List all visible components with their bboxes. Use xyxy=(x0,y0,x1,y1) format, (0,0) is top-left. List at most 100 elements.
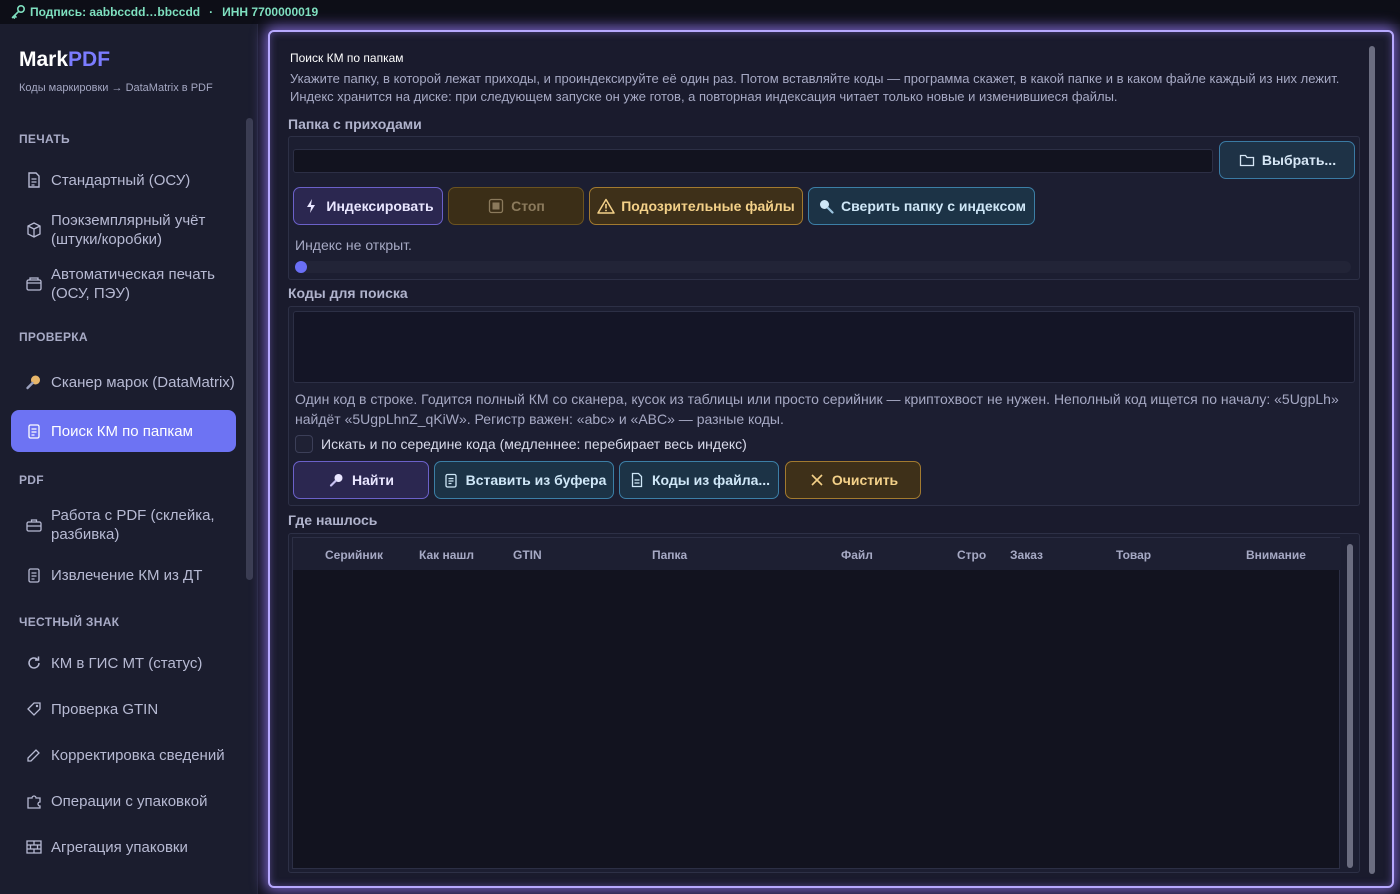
document-icon xyxy=(24,170,44,190)
sidebar-item-label: Агрегация упаковки xyxy=(51,838,188,856)
sidebar-item-label: Поиск КМ по папкам xyxy=(51,422,193,440)
signature-status-bar: Подпись: aabbccdd…bbccdd · ИНН 770000001… xyxy=(0,0,1400,24)
clear-button-label: Очистить xyxy=(831,472,899,488)
column-header-attention[interactable]: Внимание xyxy=(1246,548,1336,562)
find-button[interactable]: Найти xyxy=(293,461,429,499)
sidebar-item-gtin-check[interactable]: Проверка GTIN xyxy=(11,694,236,724)
index-button-label: Индексировать xyxy=(326,198,434,214)
sidebar-item-gis-status[interactable]: КМ в ГИС МТ (статус) xyxy=(11,648,236,678)
sidebar-item-label: Проверка GTIN xyxy=(51,700,159,718)
sidebar-item-label: Операции с упаковкой xyxy=(51,792,208,810)
folder-path-input[interactable] xyxy=(293,149,1213,173)
choose-folder-label: Выбрать... xyxy=(1261,152,1337,168)
signature-text: Подпись: aabbccdd…bbccdd xyxy=(30,5,201,19)
results-group-label: Где нашлось xyxy=(288,512,378,528)
key-icon xyxy=(10,4,26,20)
warning-icon xyxy=(597,197,615,215)
sidebar-item-aggregation[interactable]: Агрегация упаковки xyxy=(11,832,236,862)
sidebar-item-label: Извлечение КМ из ДТ xyxy=(51,566,203,584)
sidebar-scrollbar[interactable] xyxy=(246,118,253,580)
column-header-product[interactable]: Товар xyxy=(1116,548,1176,562)
column-header-line[interactable]: Строі xyxy=(957,548,987,562)
separator: · xyxy=(209,5,214,19)
box-icon xyxy=(24,220,44,240)
sidebar-item-standard[interactable]: Стандартный (ОСУ) xyxy=(11,165,236,195)
choose-folder-button[interactable]: Выбрать... xyxy=(1219,141,1355,179)
index-status-text: Индекс не открыт. xyxy=(295,237,412,253)
index-button[interactable]: Индексировать xyxy=(293,187,443,225)
page-description: Укажите папку, в которой лежат приходы, … xyxy=(290,71,1340,104)
bricks-icon xyxy=(24,837,44,857)
brand-main: Mark xyxy=(19,48,69,71)
paste-clipboard-button[interactable]: Вставить из буфера xyxy=(434,461,614,499)
brand-accent: PDF xyxy=(68,48,111,71)
refresh-icon xyxy=(24,653,44,673)
substring-search-label: Искать и по середине кода (медленнее: пе… xyxy=(321,436,747,452)
column-header-file[interactable]: Файл xyxy=(841,548,901,562)
codes-from-file-button[interactable]: Коды из файла... xyxy=(619,461,779,499)
section-pdf: PDF xyxy=(19,473,44,487)
folder-group-label: Папка с приходами xyxy=(288,116,422,132)
sidebar-item-label: Поэкземплярный учёт (штуки/коробки) xyxy=(51,212,206,248)
sidebar-item-label: Сканер марок (DataMatrix) xyxy=(51,373,235,391)
codes-textarea[interactable] xyxy=(293,311,1355,383)
verify-folder-label: Сверить папку с индексом xyxy=(841,198,1026,214)
stop-button-label: Стоп xyxy=(511,198,545,214)
clipboard-icon xyxy=(24,421,44,441)
results-table-header: Серийник Как нашл GTIN Папка Файл Строі … xyxy=(293,538,1341,570)
clear-button[interactable]: Очистить xyxy=(785,461,921,499)
results-table-scrollbar[interactable] xyxy=(1347,544,1353,868)
sidebar-item-label: Автоматическая печать (ОСУ, ПЭУ) xyxy=(51,266,215,302)
sidebar-item-packaging-ops[interactable]: Операции с упаковкой xyxy=(11,786,236,816)
substring-search-checkbox[interactable] xyxy=(295,435,313,453)
index-progress-fill xyxy=(295,261,307,273)
document-icon xyxy=(628,471,646,489)
codes-from-file-label: Коды из файла... xyxy=(651,472,771,488)
search-icon xyxy=(817,197,835,215)
substring-search-option[interactable]: Искать и по середине кода (медленнее: пе… xyxy=(295,435,747,453)
magnifier-icon xyxy=(24,372,44,392)
section-honest-sign: ЧЕСТНЫЙ ЗНАК xyxy=(19,615,120,629)
puzzle-icon xyxy=(24,791,44,811)
column-header-match-type[interactable]: Как нашл xyxy=(419,548,475,562)
section-check: ПРОВЕРКА xyxy=(19,330,88,344)
tag-icon xyxy=(24,699,44,719)
column-header-order[interactable]: Заказ xyxy=(1010,548,1070,562)
sidebar-item-pdf-tools[interactable]: Работа с PDF (склейка, разбивка) xyxy=(11,505,236,545)
sidebar-item-label: КМ в ГИС МТ (статус) xyxy=(51,654,203,672)
sidebar-item-correction[interactable]: Корректировка сведений xyxy=(11,740,236,770)
sidebar-item-extract-dt[interactable]: Извлечение КМ из ДТ xyxy=(11,560,236,590)
section-print: ПЕЧАТЬ xyxy=(19,132,70,146)
find-button-label: Найти xyxy=(352,472,394,488)
suspicious-files-button[interactable]: Подозрительные файлы xyxy=(589,187,803,225)
app-logo: MarkPDF xyxy=(19,48,110,72)
close-icon xyxy=(808,471,826,489)
index-progress-bar xyxy=(295,261,1351,273)
briefcase-icon xyxy=(24,515,44,535)
sidebar-item-scanner[interactable]: Сканер марок (DataMatrix) xyxy=(11,362,236,402)
column-header-gtin[interactable]: GTIN xyxy=(513,548,573,562)
brand-subtitle: Коды маркировки → DataMatrix в PDF xyxy=(19,82,213,94)
verify-folder-button[interactable]: Сверить папку с индексом xyxy=(808,187,1035,225)
column-header-folder[interactable]: Папка xyxy=(652,548,712,562)
sidebar: MarkPDF Коды маркировки → DataMatrix в P… xyxy=(0,24,258,894)
column-header-serial[interactable]: Серийник xyxy=(325,548,405,562)
magnifier-icon xyxy=(328,471,346,489)
results-table: Серийник Как нашл GTIN Папка Файл Строі … xyxy=(292,537,1353,869)
folder-icon xyxy=(1238,151,1256,169)
clipboard-icon xyxy=(442,471,460,489)
sidebar-item-per-unit[interactable]: Поэкземплярный учёт (штуки/коробки) xyxy=(11,210,236,250)
sidebar-item-auto-print[interactable]: Автоматическая печать (ОСУ, ПЭУ) xyxy=(11,264,236,304)
sidebar-item-folder-search[interactable]: Поиск КМ по папкам xyxy=(11,410,236,452)
printer-icon xyxy=(24,274,44,294)
stop-button[interactable]: Стоп xyxy=(448,187,584,225)
clipboard-icon xyxy=(24,565,44,585)
paste-clipboard-label: Вставить из буфера xyxy=(465,472,607,488)
stop-icon xyxy=(487,197,505,215)
page-title: Поиск КМ по папкам xyxy=(290,51,404,65)
suspicious-files-label: Подозрительные файлы xyxy=(621,198,795,214)
sidebar-item-label: Стандартный (ОСУ) xyxy=(51,171,191,189)
inn-text: ИНН 7700000019 xyxy=(222,5,319,19)
main-scrollbar[interactable] xyxy=(1369,46,1375,874)
lightning-icon xyxy=(302,197,320,215)
